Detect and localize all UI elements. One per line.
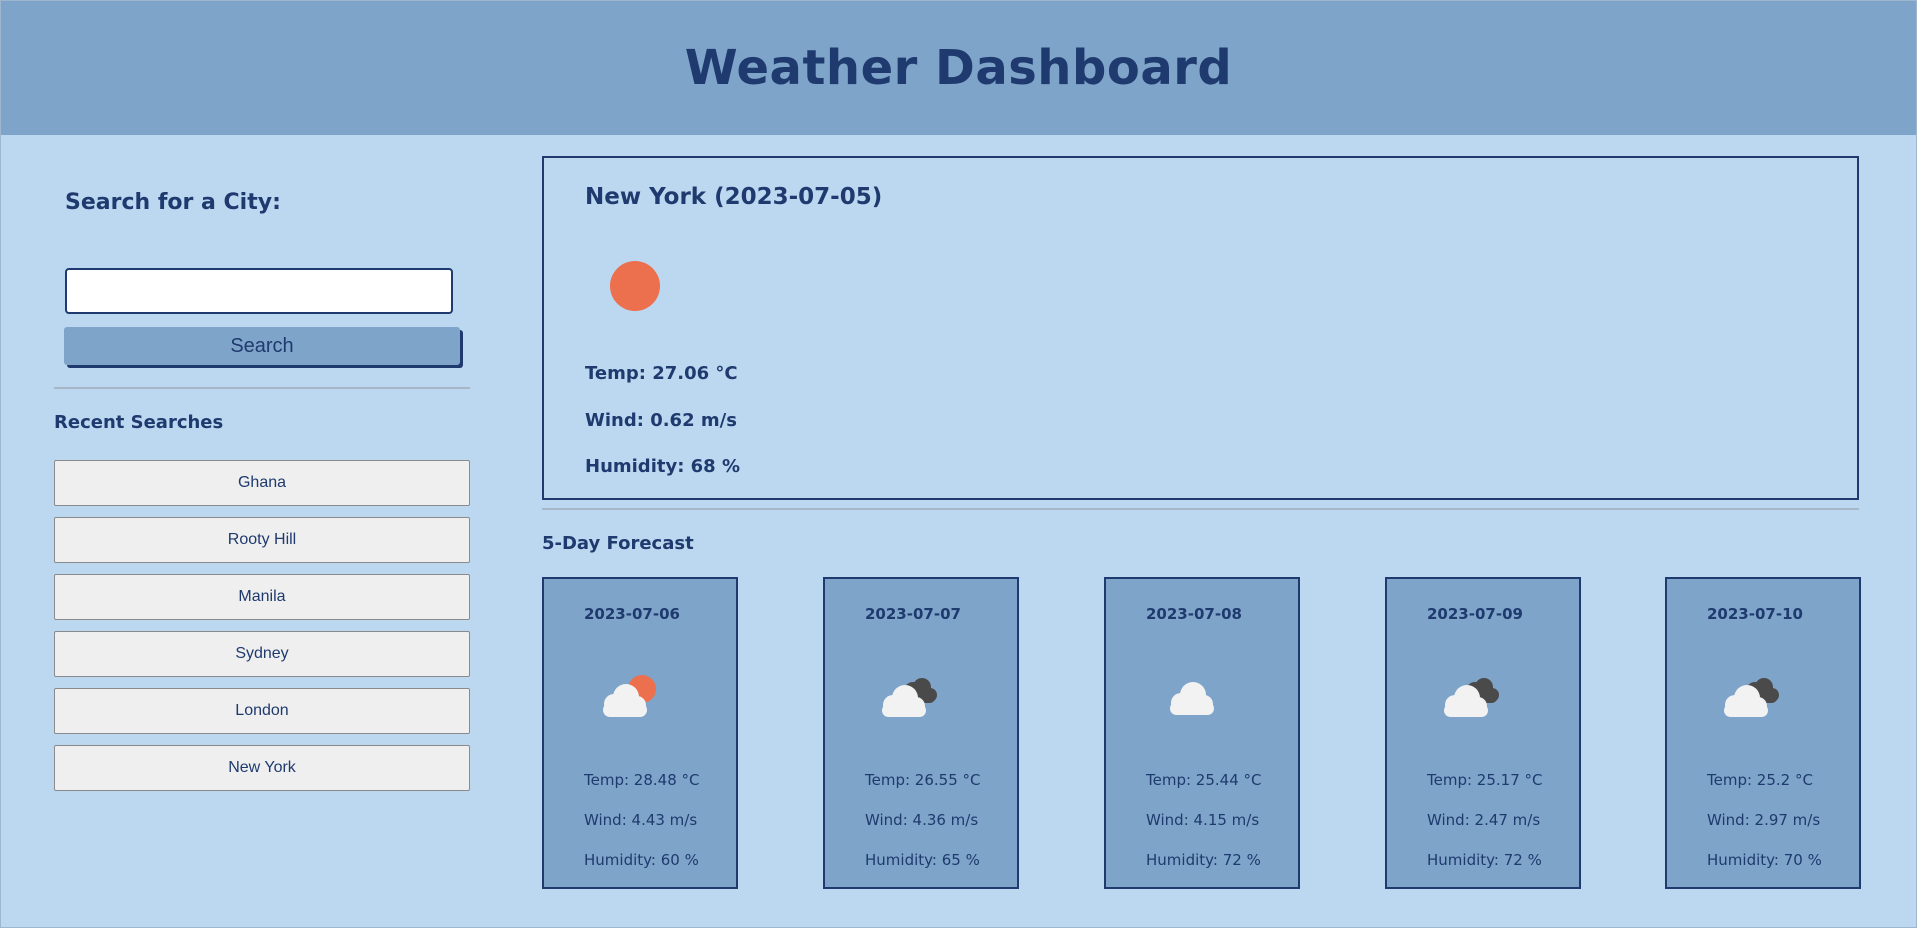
forecast-date: 2023-07-06 bbox=[584, 605, 680, 623]
search-button[interactable]: Search bbox=[64, 327, 460, 365]
sidebar-divider bbox=[54, 387, 470, 389]
forecast-wind: Wind: 2.97 m/s bbox=[1707, 811, 1821, 829]
page-title: Weather Dashboard bbox=[684, 40, 1233, 96]
forecast-humidity: Humidity: 70 % bbox=[1707, 851, 1822, 869]
forecast-card: 2023-07-10 Temp: 25.2 °C Wind: 2.97 m/s … bbox=[1665, 577, 1861, 889]
forecast-temp: Temp: 26.55 °C bbox=[865, 771, 981, 789]
current-city-title: New York (2023-07-05) bbox=[585, 184, 883, 210]
forecast-humidity: Humidity: 60 % bbox=[584, 851, 699, 869]
forecast-divider bbox=[542, 508, 1859, 510]
forecast-card: 2023-07-09 Temp: 25.17 °C Wind: 2.47 m/s… bbox=[1385, 577, 1581, 889]
recent-searches-list: Ghana Rooty Hill Manila Sydney London Ne… bbox=[54, 460, 470, 802]
forecast-humidity: Humidity: 72 % bbox=[1146, 851, 1261, 869]
partly-sunny-icon bbox=[603, 675, 656, 717]
forecast-humidity: Humidity: 72 % bbox=[1427, 851, 1542, 869]
forecast-temp: Temp: 25.44 °C bbox=[1146, 771, 1262, 789]
forecast-card: 2023-07-06 Temp: 28.48 °C Wind: 4.43 m/s… bbox=[542, 577, 738, 889]
forecast-temp: Temp: 25.17 °C bbox=[1427, 771, 1543, 789]
forecast-wind: Wind: 4.36 m/s bbox=[865, 811, 979, 829]
forecast-card: 2023-07-07 Temp: 26.55 °C Wind: 4.36 m/s… bbox=[823, 577, 1019, 889]
forecast-date: 2023-07-07 bbox=[865, 605, 961, 623]
search-heading: Search for a City: bbox=[65, 190, 281, 215]
current-humidity: Humidity: 68 % bbox=[585, 456, 741, 477]
forecast-humidity: Humidity: 65 % bbox=[865, 851, 980, 869]
forecast-temp: Temp: 28.48 °C bbox=[584, 771, 700, 789]
page-header: Weather Dashboard bbox=[1, 1, 1916, 135]
recent-search-button[interactable]: London bbox=[54, 688, 470, 734]
forecast-wind: Wind: 2.47 m/s bbox=[1427, 811, 1541, 829]
recent-search-button[interactable]: Ghana bbox=[54, 460, 470, 506]
forecast-date: 2023-07-10 bbox=[1707, 605, 1803, 623]
broken-clouds-icon bbox=[1444, 678, 1499, 717]
forecast-temp: Temp: 25.2 °C bbox=[1707, 771, 1813, 789]
current-wind: Wind: 0.62 m/s bbox=[585, 410, 737, 431]
recent-searches-heading: Recent Searches bbox=[54, 412, 224, 433]
recent-search-button[interactable]: New York bbox=[54, 745, 470, 791]
recent-search-button[interactable]: Sydney bbox=[54, 631, 470, 677]
forecast-wind: Wind: 4.15 m/s bbox=[1146, 811, 1260, 829]
current-temp: Temp: 27.06 °C bbox=[585, 363, 738, 384]
broken-clouds-icon bbox=[882, 678, 937, 717]
current-weather-panel: New York (2023-07-05) Temp: 27.06 °C Win… bbox=[542, 156, 1859, 500]
recent-search-button[interactable]: Rooty Hill bbox=[54, 517, 470, 563]
cloud-icon bbox=[1170, 682, 1214, 715]
recent-search-button[interactable]: Manila bbox=[54, 574, 470, 620]
forecast-heading: 5-Day Forecast bbox=[542, 533, 694, 554]
forecast-card: 2023-07-08 Temp: 25.44 °C Wind: 4.15 m/s… bbox=[1104, 577, 1300, 889]
broken-clouds-icon bbox=[1724, 678, 1779, 717]
city-search-input[interactable] bbox=[65, 268, 453, 314]
forecast-date: 2023-07-09 bbox=[1427, 605, 1523, 623]
forecast-date: 2023-07-08 bbox=[1146, 605, 1242, 623]
forecast-wind: Wind: 4.43 m/s bbox=[584, 811, 698, 829]
sun-icon bbox=[610, 261, 660, 311]
